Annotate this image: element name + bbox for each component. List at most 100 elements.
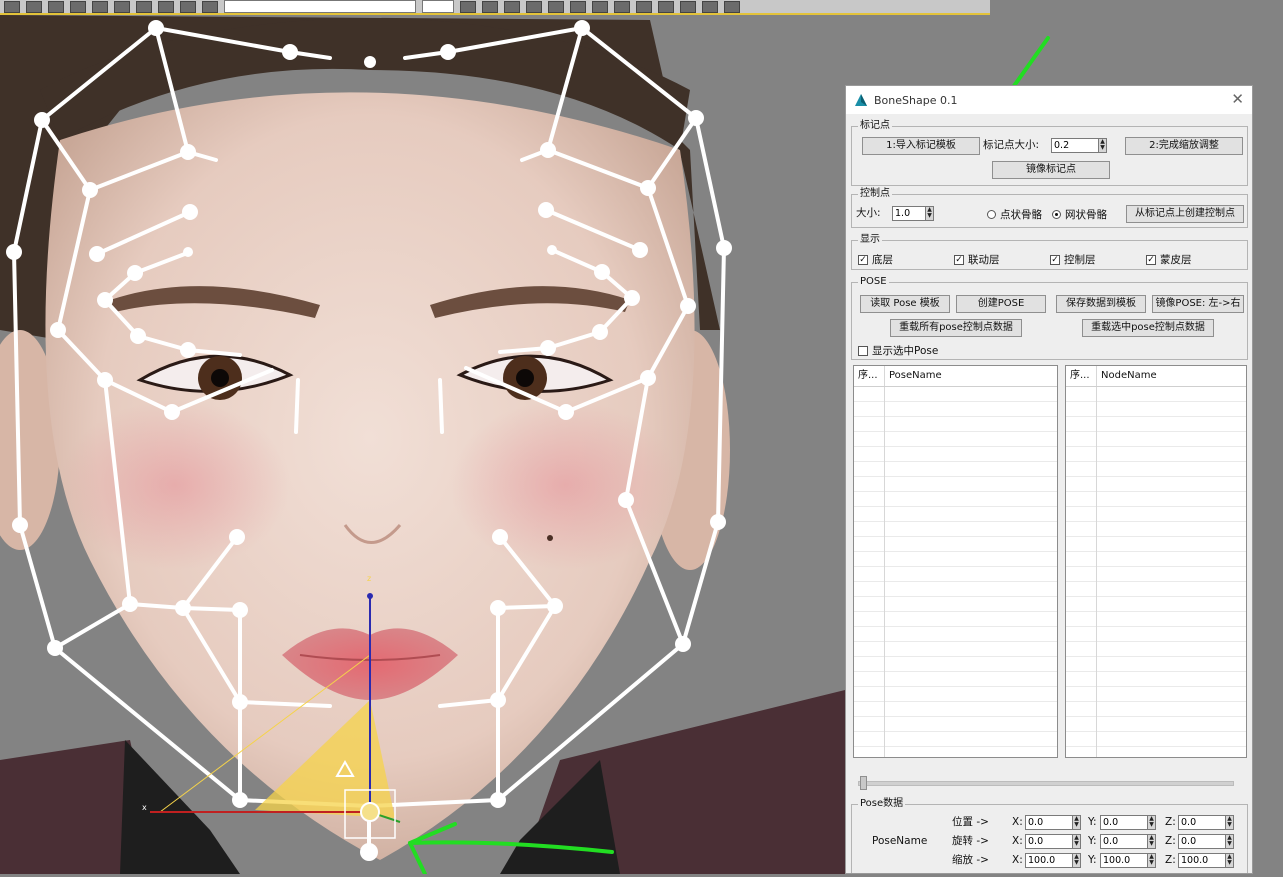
checkbox-skin-layer[interactable]: ✓ 蒙皮层 — [1146, 252, 1192, 267]
rot-y-spinner[interactable]: ▲▼ — [1100, 834, 1156, 849]
toolbar-icon[interactable] — [592, 0, 608, 13]
toolbar-icon[interactable] — [614, 0, 630, 13]
skin-layer-label: 蒙皮层 — [1160, 254, 1192, 266]
checkbox-link-layer[interactable]: ✓ 联动层 — [954, 252, 1000, 267]
checkbox-checked-icon[interactable]: ✓ — [1050, 254, 1060, 265]
scl-z-label: Z: — [1165, 854, 1176, 866]
spinner-arrows-icon[interactable]: ▲ ▼ — [1073, 815, 1081, 830]
node-list-index-column[interactable]: 序... — [1066, 366, 1097, 386]
toolbar-icon[interactable] — [504, 0, 520, 13]
read-pose-template-button[interactable]: 读取 Pose 模板 — [860, 295, 950, 313]
marker-size-input[interactable] — [1051, 138, 1099, 153]
toolbar-icon[interactable] — [92, 0, 108, 13]
scl-y-input[interactable] — [1100, 853, 1148, 868]
scl-y-spinner[interactable]: ▲▼ — [1100, 853, 1156, 868]
reload-selected-pose-controls-button[interactable]: 重载选中pose控制点数据 — [1082, 319, 1214, 337]
create-pose-button[interactable]: 创建POSE — [956, 295, 1046, 313]
toolbar-icon[interactable] — [460, 0, 476, 13]
radio-mesh-bone[interactable]: 网状骨骼 — [1052, 207, 1107, 222]
pose-slider[interactable] — [858, 776, 1234, 790]
toolbar-icon[interactable] — [70, 0, 86, 13]
save-data-to-template-button[interactable]: 保存数据到模板 — [1056, 295, 1146, 313]
checkbox-show-selected-pose[interactable]: 显示选中Pose — [858, 343, 938, 358]
create-controls-from-markers-button[interactable]: 从标记点上创建控制点 — [1126, 205, 1244, 223]
link-layer-label: 联动层 — [968, 254, 1000, 266]
pos-x-input[interactable] — [1025, 815, 1073, 830]
mirror-markers-button[interactable]: 镜像标记点 — [992, 161, 1110, 179]
toolbar-icon[interactable] — [724, 0, 740, 13]
spinner-arrows-icon[interactable]: ▲ ▼ — [1226, 834, 1234, 849]
pos-x-spinner[interactable]: ▲▼ — [1025, 815, 1081, 830]
toolbar-small-field[interactable] — [422, 0, 454, 13]
spinner-arrows-icon[interactable]: ▲ ▼ — [1148, 853, 1156, 868]
gizmo-center[interactable] — [360, 802, 380, 822]
toolbar-icon[interactable] — [136, 0, 152, 13]
spinner-arrows-icon[interactable]: ▲ ▼ — [926, 206, 934, 221]
toolbar-icon[interactable] — [4, 0, 20, 13]
toolbar-icon[interactable] — [26, 0, 42, 13]
spinner-arrows-icon[interactable]: ▲ ▼ — [1226, 815, 1234, 830]
pos-y-spinner[interactable]: ▲▼ — [1100, 815, 1156, 830]
slider-thumb[interactable] — [860, 776, 867, 790]
reload-all-pose-controls-button[interactable]: 重载所有pose控制点数据 — [890, 319, 1022, 337]
import-marker-template-button[interactable]: 1:导入标记模板 — [862, 137, 980, 155]
control-size-input[interactable] — [892, 206, 926, 221]
spinner-arrows-icon[interactable]: ▲ ▼ — [1226, 853, 1234, 868]
node-list-name-column[interactable]: NodeName — [1097, 366, 1246, 386]
pose-list-index-column[interactable]: 序... — [854, 366, 885, 386]
rot-x-input[interactable] — [1025, 834, 1073, 849]
spinner-arrows-icon[interactable]: ▲ ▼ — [1073, 834, 1081, 849]
main-toolbar — [0, 0, 990, 15]
pos-z-spinner[interactable]: ▲▼ — [1178, 815, 1234, 830]
toolbar-icon[interactable] — [526, 0, 542, 13]
pos-y-input[interactable] — [1100, 815, 1148, 830]
rot-y-input[interactable] — [1100, 834, 1148, 849]
control-size-spinner[interactable]: ▲▼ — [892, 206, 934, 221]
checkbox-checked-icon[interactable]: ✓ — [954, 254, 964, 265]
toolbar-icon[interactable] — [48, 0, 64, 13]
rot-x-spinner[interactable]: ▲▼ — [1025, 834, 1081, 849]
toolbar-icon[interactable] — [570, 0, 586, 13]
spinner-arrows-icon[interactable]: ▲ ▼ — [1148, 815, 1156, 830]
toolbar-icon[interactable] — [180, 0, 196, 13]
toolbar-icon[interactable] — [548, 0, 564, 13]
toolbar-icon[interactable] — [636, 0, 652, 13]
pose-list-rows[interactable] — [854, 387, 1057, 757]
checkbox-base-layer[interactable]: ✓ 底层 — [858, 252, 893, 267]
radio-icon[interactable] — [987, 210, 996, 219]
scl-z-spinner[interactable]: ▲▼ — [1178, 853, 1234, 868]
scl-x-spinner[interactable]: ▲▼ — [1025, 853, 1081, 868]
toolbar-selection-field[interactable] — [224, 0, 416, 13]
toolbar-icon[interactable] — [158, 0, 174, 13]
marker-size-spinner[interactable]: ▲▼ — [1051, 138, 1107, 153]
checkbox-checked-icon[interactable]: ✓ — [1146, 254, 1156, 265]
toolbar-icon[interactable] — [658, 0, 674, 13]
spinner-arrows-icon[interactable]: ▲ ▼ — [1073, 853, 1081, 868]
toolbar-icon[interactable] — [202, 0, 218, 13]
checkbox-control-layer[interactable]: ✓ 控制层 — [1050, 252, 1096, 267]
toolbar-icon[interactable] — [482, 0, 498, 13]
rot-z-input[interactable] — [1178, 834, 1226, 849]
pose-list-name-column[interactable]: PoseName — [885, 366, 1057, 386]
scl-x-input[interactable] — [1025, 853, 1073, 868]
close-icon[interactable]: ✕ — [1231, 90, 1244, 108]
spinner-arrows-icon[interactable]: ▲ ▼ — [1148, 834, 1156, 849]
radio-selected-icon[interactable] — [1052, 210, 1061, 219]
checkbox-unchecked-icon[interactable] — [858, 345, 868, 356]
mirror-pose-button[interactable]: 镜像POSE: 左->右 — [1152, 295, 1244, 313]
pose-list[interactable]: 序... PoseName — [853, 365, 1058, 758]
node-list-rows[interactable] — [1066, 387, 1246, 757]
toolbar-icon[interactable] — [114, 0, 130, 13]
panel-titlebar[interactable]: BoneShape 0.1 ✕ — [846, 86, 1252, 114]
radio-point-bone[interactable]: 点状骨骼 — [987, 207, 1042, 222]
spinner-arrows-icon[interactable]: ▲ ▼ — [1099, 138, 1107, 153]
scl-z-input[interactable] — [1178, 853, 1226, 868]
toolbar-icon[interactable] — [702, 0, 718, 13]
finish-scale-adjust-button[interactable]: 2:完成缩放调整 — [1125, 137, 1243, 155]
slider-track[interactable] — [858, 781, 1234, 786]
checkbox-checked-icon[interactable]: ✓ — [858, 254, 868, 265]
pos-z-input[interactable] — [1178, 815, 1226, 830]
toolbar-icon[interactable] — [680, 0, 696, 13]
rot-z-spinner[interactable]: ▲▼ — [1178, 834, 1234, 849]
node-list[interactable]: 序... NodeName — [1065, 365, 1247, 758]
